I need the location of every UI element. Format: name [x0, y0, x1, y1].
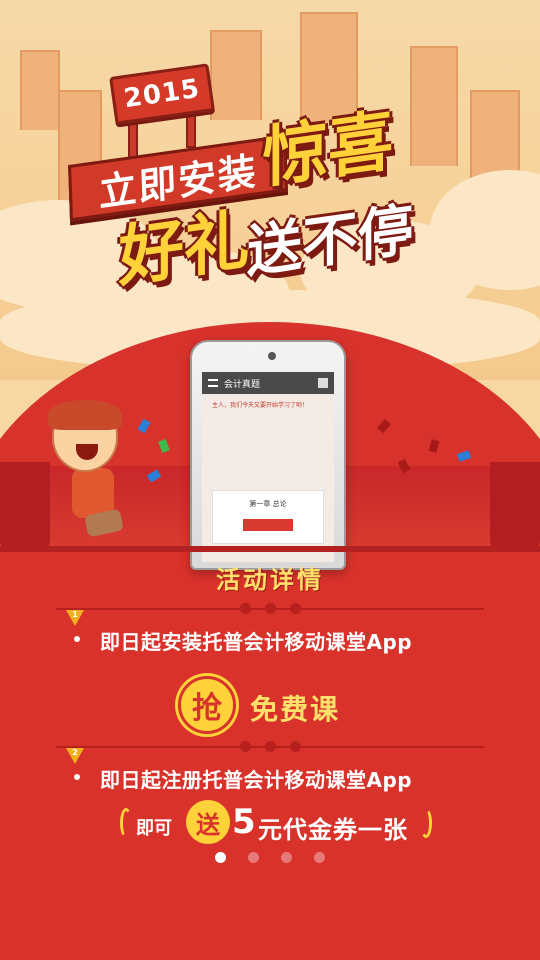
- item1-text: 即日起安装托普会计移动课堂App: [100, 630, 413, 654]
- section-title: 活动详情: [216, 566, 324, 594]
- mascot-illustration: [36, 400, 156, 540]
- app-message: 主人，我们今天又要开始学习了哟！: [212, 402, 309, 409]
- bullet: [74, 636, 80, 642]
- page-dot-4[interactable]: [314, 852, 325, 863]
- grab-badge: 抢: [178, 676, 236, 734]
- dot: [239, 741, 251, 752]
- bullet: [74, 774, 80, 780]
- phone-camera: [268, 352, 276, 360]
- page-dot-2[interactable]: [248, 852, 259, 863]
- page-dot-3[interactable]: [281, 852, 292, 863]
- page-indicator: [0, 852, 540, 863]
- dot: [264, 603, 276, 614]
- ribbon-curl-right: [420, 808, 432, 838]
- voucher-amount: 5: [232, 802, 256, 842]
- item2-text: 即日起注册托普会计移动课堂App: [100, 768, 413, 792]
- voucher-ribbon: 即可 送 5 元代金券一张: [120, 800, 440, 848]
- app-title: 会计真题: [224, 379, 261, 390]
- year-text: 2015: [122, 73, 202, 115]
- mascot-hair: [48, 400, 122, 430]
- menu-icon: [208, 379, 218, 387]
- dot: [289, 741, 301, 752]
- grab-text: 抢: [192, 691, 222, 726]
- dot: [239, 603, 251, 614]
- app-header: 会计真题: [202, 372, 334, 394]
- book-icon: [318, 378, 328, 388]
- voucher-prefix: 即可: [136, 818, 172, 839]
- splash-screen: 2015 立即安装 惊喜 好礼 送不停 会计真题 主人，我们今天又要开始学习了哟…: [0, 0, 540, 960]
- phone-mockup: 会计真题 主人，我们今天又要开始学习了哟！ 第一章 总论: [190, 340, 346, 570]
- chapter-card: 第一章 总论: [212, 490, 324, 544]
- panel-top-edge: [0, 546, 540, 552]
- voucher-text: 元代金券一张: [258, 816, 408, 844]
- dome-edge-right: [490, 462, 540, 552]
- start-button: [243, 519, 293, 531]
- building: [210, 30, 262, 120]
- phone-screen: 会计真题 主人，我们今天又要开始学习了哟！ 第一章 总论: [202, 372, 334, 562]
- headline-surprise: 惊喜: [262, 101, 394, 198]
- headline-gift: 好礼: [118, 200, 250, 297]
- dot: [289, 603, 301, 614]
- send-text: 送: [196, 810, 220, 839]
- building: [410, 46, 458, 166]
- section-title-wrap: 活动详情: [0, 560, 540, 595]
- page-dot-1[interactable]: [215, 852, 226, 863]
- send-badge: 送: [186, 800, 230, 844]
- dot: [264, 741, 276, 752]
- chapter-title: 第一章 总论: [249, 500, 287, 508]
- free-course-text: 免费课: [250, 693, 341, 726]
- ribbon-curl-left: [120, 808, 132, 838]
- building: [20, 50, 60, 130]
